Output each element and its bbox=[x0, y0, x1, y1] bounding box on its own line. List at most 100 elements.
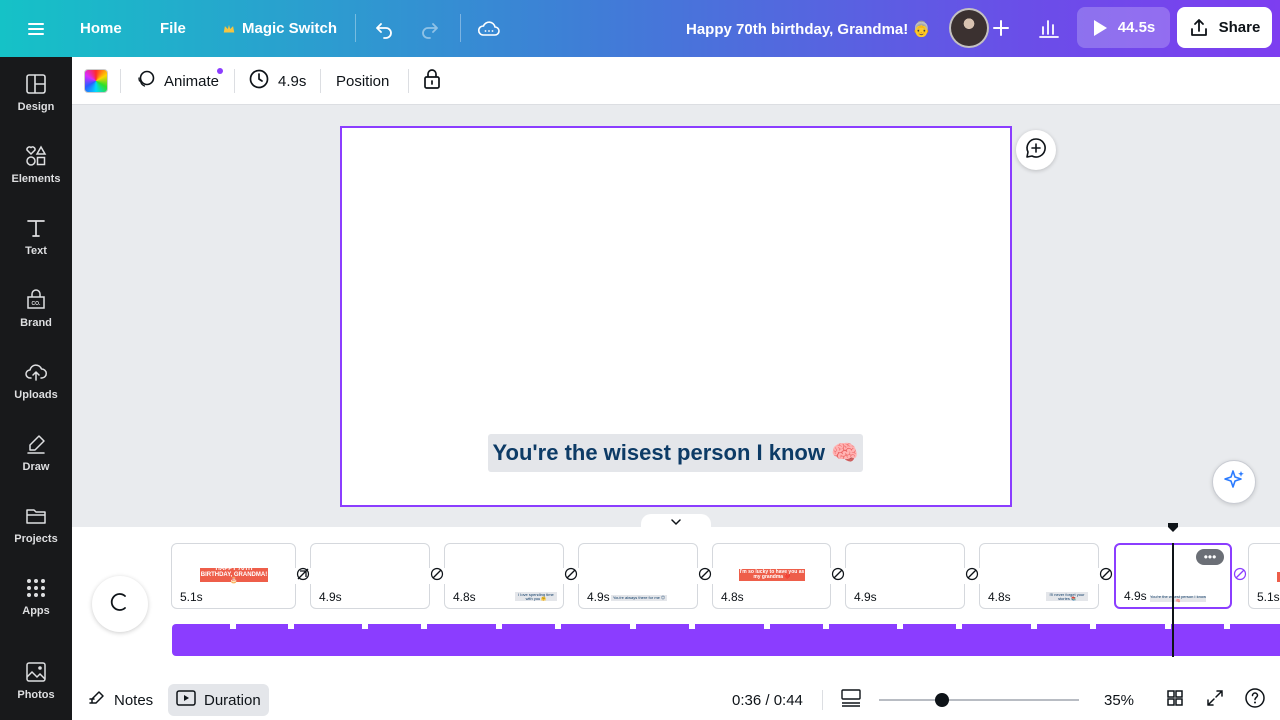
transition-icon bbox=[698, 567, 712, 586]
share-button[interactable]: Share bbox=[1177, 7, 1272, 48]
page-view-toggle[interactable] bbox=[840, 684, 862, 716]
cloud-save-status[interactable] bbox=[476, 0, 502, 57]
track-marker bbox=[1224, 624, 1230, 629]
animate-button[interactable]: Animate bbox=[136, 57, 219, 105]
add-collaborator-button[interactable] bbox=[985, 12, 1017, 44]
scene-thumbnail[interactable]: You're always there for me 😊 4.9s bbox=[578, 543, 698, 609]
playhead-handle[interactable] bbox=[1167, 521, 1179, 533]
design-icon bbox=[25, 73, 47, 95]
lock-icon bbox=[422, 68, 442, 94]
transition-button[interactable] bbox=[1098, 567, 1114, 586]
present-play-button[interactable]: 44.5s bbox=[1077, 7, 1170, 48]
sidebar-item-brand[interactable]: CO. Brand bbox=[0, 273, 72, 345]
scene-thumb-text: You're the wisest person I know 🧠 bbox=[1150, 594, 1206, 603]
help-button[interactable] bbox=[1244, 684, 1266, 716]
transition-icon bbox=[1233, 567, 1247, 586]
audio-track[interactable] bbox=[172, 624, 1280, 656]
playhead-line[interactable] bbox=[1172, 543, 1174, 657]
transition-button[interactable] bbox=[697, 567, 713, 586]
expand-icon bbox=[1206, 689, 1224, 711]
hamburger-icon bbox=[24, 17, 48, 41]
caption-text-box[interactable]: You're the wisest person I know 🧠 bbox=[488, 434, 863, 472]
transition-button[interactable] bbox=[563, 567, 579, 584]
grid-view-button[interactable] bbox=[1166, 684, 1184, 716]
position-button[interactable]: Position bbox=[336, 57, 389, 105]
magic-switch-button[interactable]: Magic Switch bbox=[222, 0, 337, 57]
sidebar-item-text[interactable]: Text bbox=[0, 201, 72, 273]
sidebar-item-elements[interactable]: Elements bbox=[0, 129, 72, 201]
duration-label: Duration bbox=[204, 691, 261, 709]
user-avatar[interactable] bbox=[949, 8, 989, 48]
undo-button[interactable] bbox=[372, 0, 396, 57]
file-menu[interactable]: File bbox=[160, 0, 186, 57]
main-menu-button[interactable] bbox=[24, 0, 48, 57]
zoom-level[interactable]: 35% bbox=[1104, 684, 1134, 716]
sidebar-item-draw[interactable]: Draw bbox=[0, 417, 72, 489]
scene-duration: 4.8s bbox=[453, 590, 476, 604]
timing-label: 4.9s bbox=[278, 72, 307, 90]
sidebar-item-projects[interactable]: Projects bbox=[0, 489, 72, 561]
crown-icon bbox=[222, 22, 236, 36]
scene-thumbnail[interactable]: 5.1s bbox=[1248, 543, 1280, 609]
comment-plus-icon bbox=[1024, 136, 1048, 165]
sparkle-icon bbox=[1222, 468, 1246, 497]
scene-thumb-text: I'm so lucky to have you as my grandma ❤… bbox=[739, 569, 805, 581]
track-marker bbox=[630, 624, 636, 629]
timing-button[interactable]: 4.9s bbox=[248, 57, 306, 105]
duration-button[interactable]: Duration bbox=[168, 684, 269, 716]
new-feature-dot bbox=[217, 68, 223, 74]
sidebar-item-label: Photos bbox=[17, 689, 55, 701]
notes-label: Notes bbox=[114, 691, 154, 709]
duration-play-icon bbox=[176, 690, 196, 710]
fullscreen-button[interactable] bbox=[1206, 684, 1224, 716]
transition-button[interactable] bbox=[295, 567, 311, 584]
magic-assistant-button[interactable] bbox=[1212, 460, 1256, 504]
scene-thumbnail[interactable]: I love spending time with you 🤗 4.8s bbox=[444, 543, 564, 609]
sidebar-item-label: Draw bbox=[22, 461, 50, 473]
left-sidebar: Design Elements Text CO. Brand Uploads D… bbox=[0, 57, 72, 720]
svg-text:CO.: CO. bbox=[32, 301, 42, 307]
home-link[interactable]: Home bbox=[80, 0, 122, 57]
color-picker-button[interactable] bbox=[84, 57, 108, 105]
notes-button[interactable]: Notes bbox=[88, 684, 153, 716]
projects-icon bbox=[25, 505, 47, 527]
insights-button[interactable] bbox=[1028, 8, 1070, 48]
transition-icon bbox=[1099, 567, 1113, 586]
scene-thumbnail[interactable]: 4.9s bbox=[310, 543, 430, 609]
transition-button[interactable] bbox=[429, 567, 445, 586]
grid-icon bbox=[1166, 689, 1184, 711]
scene-thumbnail[interactable]: I'll never forget your stories 📚 4.8s bbox=[979, 543, 1099, 609]
scene-more-options-button[interactable]: ••• bbox=[1196, 549, 1224, 565]
design-title[interactable]: Happy 70th birthday, Grandma! 👵 bbox=[686, 0, 931, 57]
sidebar-item-label: Brand bbox=[20, 317, 52, 329]
apps-icon bbox=[25, 577, 47, 599]
sidebar-item-label: Apps bbox=[22, 605, 50, 617]
photos-icon bbox=[25, 661, 47, 683]
track-marker bbox=[421, 624, 427, 629]
track-marker bbox=[1165, 624, 1171, 629]
playback-loading-button[interactable] bbox=[92, 576, 148, 632]
scene-duration: 4.9s bbox=[854, 590, 877, 604]
transition-button[interactable] bbox=[830, 567, 846, 584]
scene-thumbnail[interactable]: HAPPY 70TH BIRTHDAY, GRANDMA! 🎂 5.1s bbox=[171, 543, 296, 609]
zoom-slider-track[interactable] bbox=[879, 699, 1079, 701]
sidebar-item-uploads[interactable]: Uploads bbox=[0, 345, 72, 417]
transition-button[interactable] bbox=[1232, 567, 1248, 586]
lock-button[interactable] bbox=[422, 57, 442, 105]
transition-icon bbox=[965, 567, 979, 586]
sidebar-item-photos[interactable]: Photos bbox=[0, 649, 72, 713]
scene-duration: 4.9s bbox=[319, 590, 342, 604]
track-marker bbox=[288, 624, 294, 629]
zoom-slider-handle[interactable] bbox=[935, 693, 949, 707]
redo-button[interactable] bbox=[418, 0, 442, 57]
bar-chart-icon bbox=[1038, 17, 1060, 39]
add-comment-button[interactable] bbox=[1016, 130, 1056, 170]
transition-icon bbox=[430, 567, 444, 586]
play-icon bbox=[1092, 19, 1108, 37]
sidebar-item-apps[interactable]: Apps bbox=[0, 561, 72, 633]
scene-duration: 5.1s bbox=[1257, 590, 1280, 604]
transition-button[interactable] bbox=[964, 567, 980, 586]
scene-thumbnail[interactable]: I'm so lucky to have you as my grandma ❤… bbox=[712, 543, 831, 609]
scene-thumbnail[interactable]: 4.9s bbox=[845, 543, 965, 609]
sidebar-item-design[interactable]: Design bbox=[0, 57, 72, 129]
